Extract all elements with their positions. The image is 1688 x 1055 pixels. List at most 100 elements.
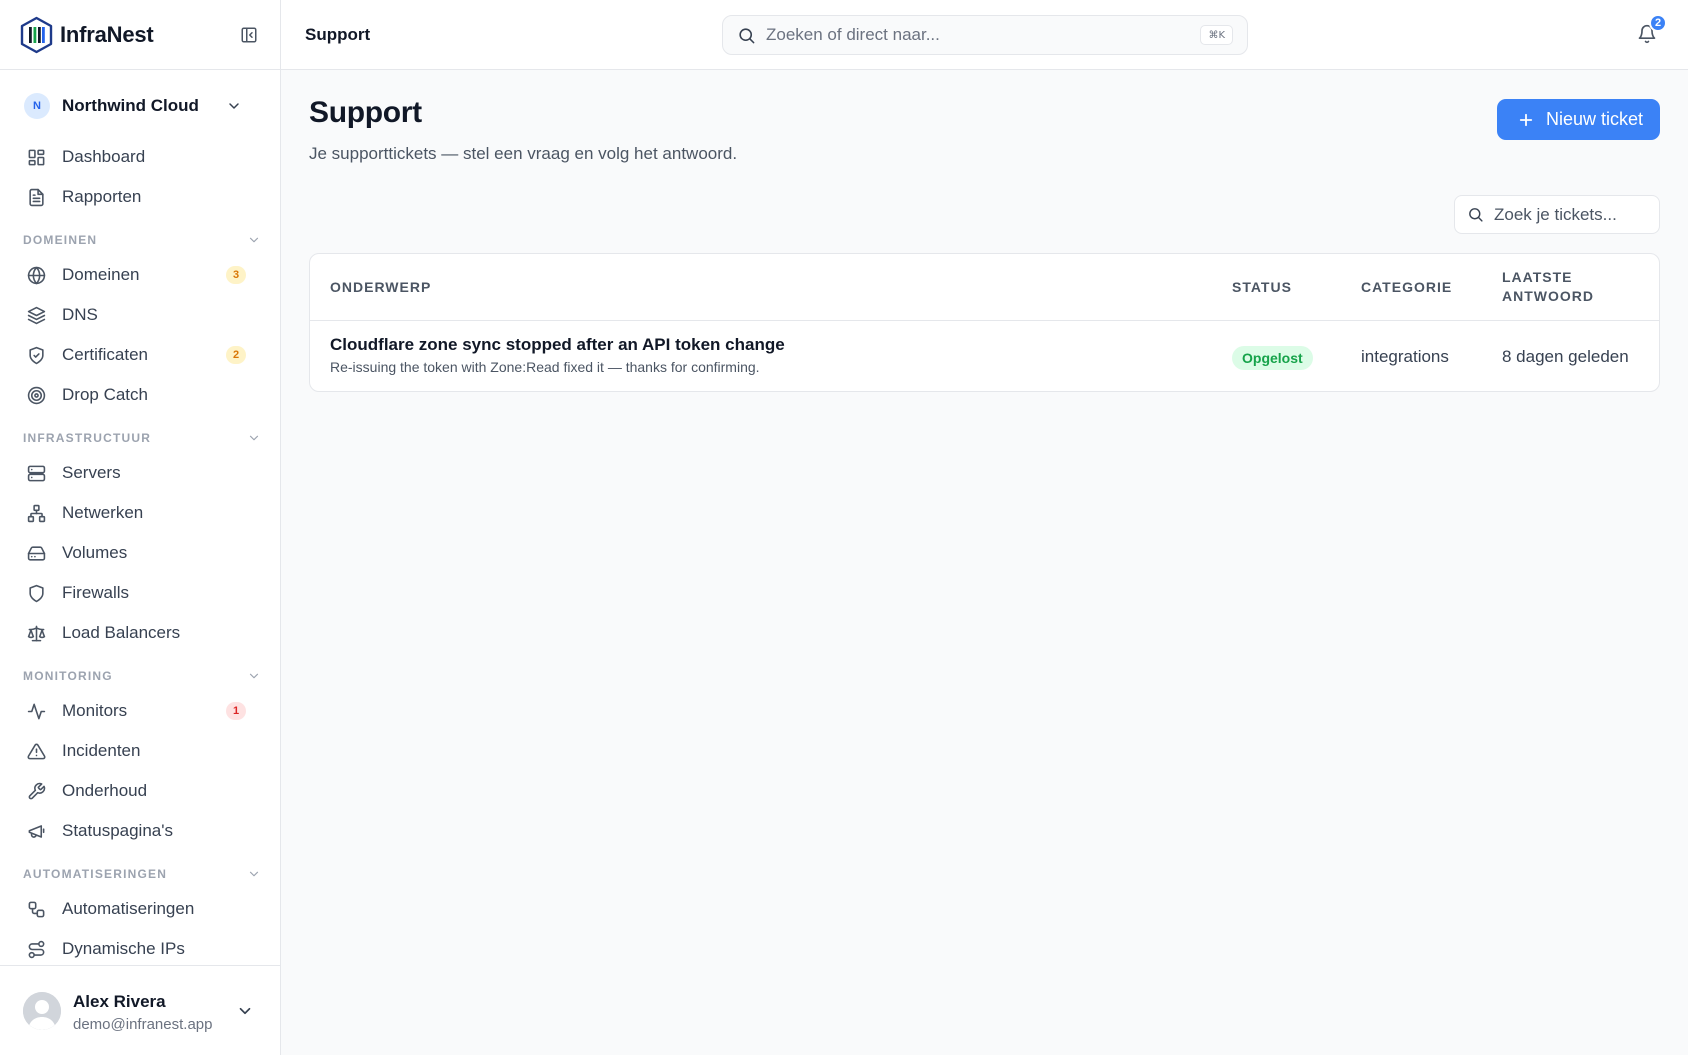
target-icon bbox=[26, 385, 46, 405]
sidebar-item-dashboard[interactable]: Dashboard bbox=[14, 139, 266, 175]
sidebar-item-automatiseringen[interactable]: Automatiseringen bbox=[14, 891, 266, 927]
count-badge: 2 bbox=[226, 346, 246, 364]
sidebar-item-dns[interactable]: DNS bbox=[14, 297, 266, 333]
org-switcher[interactable]: N Northwind Cloud bbox=[14, 88, 266, 124]
sidebar-item-label: Automatiseringen bbox=[62, 899, 195, 918]
search-icon bbox=[1467, 206, 1484, 223]
sidebar-item-label: Netwerken bbox=[62, 503, 144, 522]
page-subtitle: Je supporttickets — stel een vraag en vo… bbox=[309, 144, 738, 163]
sidebar-item-label: Monitors bbox=[62, 701, 128, 720]
sidebar-item-drop-catch[interactable]: Drop Catch bbox=[14, 377, 266, 413]
sidebar-item-servers[interactable]: Servers bbox=[14, 455, 266, 491]
dashboard-icon bbox=[26, 147, 46, 167]
column-header-last-reply-line2: ANTWOORD bbox=[1502, 288, 1594, 304]
app-name: InfraNest bbox=[60, 21, 154, 47]
shield-icon bbox=[26, 583, 46, 603]
search-input[interactable] bbox=[766, 25, 1166, 45]
page-title: Support bbox=[309, 96, 422, 129]
ticket-search[interactable] bbox=[1454, 195, 1660, 234]
chevron-down-icon bbox=[247, 431, 261, 445]
column-header-subject[interactable]: ONDERWERP bbox=[330, 278, 431, 297]
sidebar-item-certificaten[interactable]: Certificaten 2 bbox=[14, 337, 266, 373]
ticket-search-input[interactable] bbox=[1494, 204, 1654, 225]
sidebar-item-label: Dynamische IPs bbox=[62, 939, 185, 958]
sidebar-item-label: Drop Catch bbox=[62, 385, 148, 404]
plus-icon bbox=[1517, 111, 1535, 129]
global-search[interactable]: ⌘K bbox=[722, 15, 1248, 55]
alert-triangle-icon bbox=[26, 741, 46, 761]
column-header-category[interactable]: CATEGORIE bbox=[1361, 278, 1452, 297]
section-title: AUTOMATISERINGEN bbox=[23, 867, 168, 881]
sidebar-item-firewalls[interactable]: Firewalls bbox=[14, 575, 266, 611]
count-badge: 3 bbox=[226, 266, 246, 284]
sidebar-item-rapporten[interactable]: Rapporten bbox=[14, 179, 266, 215]
org-avatar: N bbox=[24, 93, 50, 119]
network-icon bbox=[26, 503, 46, 523]
new-ticket-button[interactable]: Nieuw ticket bbox=[1497, 99, 1660, 140]
sidebar-item-volumes[interactable]: Volumes bbox=[14, 535, 266, 571]
status-badge: Opgelost bbox=[1232, 346, 1313, 370]
table-row[interactable]: Cloudflare zone sync stopped after an AP… bbox=[310, 321, 1659, 391]
section-title: DOMEINEN bbox=[23, 233, 98, 247]
new-ticket-label: Nieuw ticket bbox=[1546, 109, 1644, 129]
section-automatiseringen[interactable]: AUTOMATISERINGEN bbox=[23, 864, 261, 884]
layers-icon bbox=[26, 305, 46, 325]
sidebar-item-label: Certificaten bbox=[62, 345, 148, 364]
sidebar-item-load-balancers[interactable]: Load Balancers bbox=[14, 615, 266, 651]
sidebar-item-label: Servers bbox=[62, 463, 121, 482]
server-icon bbox=[26, 463, 46, 483]
table-header: ONDERWERP STATUS CATEGORIE LAATSTE ANTWO… bbox=[310, 254, 1659, 321]
section-title: INFRASTRUCTUUR bbox=[23, 431, 152, 445]
infranest-logo-icon[interactable] bbox=[19, 16, 54, 54]
section-infrastructuur[interactable]: INFRASTRUCTUUR bbox=[23, 428, 261, 448]
ticket-category: integrations bbox=[1361, 347, 1449, 366]
sidebar-item-label: Load Balancers bbox=[62, 623, 181, 642]
column-header-last-reply-line1: LAATSTE bbox=[1502, 269, 1573, 285]
chevron-down-icon[interactable] bbox=[236, 1002, 254, 1020]
column-header-last-reply[interactable]: LAATSTE ANTWOORD bbox=[1502, 268, 1594, 306]
tickets-table: ONDERWERP STATUS CATEGORIE LAATSTE ANTWO… bbox=[309, 253, 1660, 392]
hard-drive-icon bbox=[26, 543, 46, 563]
sidebar-item-label: Rapporten bbox=[62, 187, 142, 206]
chevron-down-icon bbox=[226, 98, 242, 114]
panel-left-icon bbox=[240, 26, 258, 44]
sidebar-item-label: Onderhoud bbox=[62, 781, 148, 800]
org-name: Northwind Cloud bbox=[62, 96, 199, 115]
workflow-icon bbox=[26, 899, 46, 919]
report-icon bbox=[26, 187, 46, 207]
megaphone-icon bbox=[26, 821, 46, 841]
ticket-subject[interactable]: Cloudflare zone sync stopped after an AP… bbox=[330, 335, 785, 355]
sidebar-collapse-button[interactable] bbox=[238, 24, 260, 46]
shortcut-hint: ⌘K bbox=[1200, 25, 1233, 45]
sidebar-item-dynamische-ips[interactable]: Dynamische IPs bbox=[14, 931, 266, 967]
sidebar: InfraNest N Northwind Cloud Dashboard Ra… bbox=[0, 0, 281, 1055]
sidebar-item-netwerken[interactable]: Netwerken bbox=[14, 495, 266, 531]
sidebar-item-domeinen[interactable]: Domeinen 3 bbox=[14, 257, 266, 293]
ticket-excerpt: Re-issuing the token with Zone:Read fixe… bbox=[330, 359, 760, 375]
shield-check-icon bbox=[26, 345, 46, 365]
sidebar-item-statuspaginas[interactable]: Statuspagina's bbox=[14, 813, 266, 849]
sidebar-item-label: Volumes bbox=[62, 543, 128, 562]
route-icon bbox=[26, 939, 46, 959]
sidebar-item-label: DNS bbox=[62, 305, 98, 324]
sidebar-item-monitors[interactable]: Monitors 1 bbox=[14, 693, 266, 729]
section-monitoring[interactable]: MONITORING bbox=[23, 666, 261, 686]
section-title: MONITORING bbox=[23, 669, 113, 683]
sidebar-item-label: Incidenten bbox=[62, 741, 141, 760]
user-name: Alex Rivera bbox=[73, 992, 166, 1011]
sidebar-item-label: Domeinen bbox=[62, 265, 140, 284]
notification-badge: 2 bbox=[1649, 14, 1667, 32]
column-header-status[interactable]: STATUS bbox=[1232, 278, 1292, 297]
sidebar-item-onderhoud[interactable]: Onderhoud bbox=[14, 773, 266, 809]
breadcrumb: Support bbox=[305, 25, 371, 44]
sidebar-item-incidenten[interactable]: Incidenten bbox=[14, 733, 266, 769]
chevron-down-icon bbox=[247, 867, 261, 881]
globe-icon bbox=[26, 265, 46, 285]
sidebar-item-label: Firewalls bbox=[62, 583, 130, 602]
user-email: demo@infranest.app bbox=[73, 1016, 213, 1033]
section-domeinen[interactable]: DOMEINEN bbox=[23, 230, 261, 250]
count-badge: 1 bbox=[226, 702, 246, 720]
ticket-last-reply: 8 dagen geleden bbox=[1502, 347, 1629, 366]
user-menu[interactable]: Alex Rivera demo@infranest.app bbox=[0, 965, 280, 1055]
sidebar-item-label: Statuspagina's bbox=[62, 821, 173, 840]
